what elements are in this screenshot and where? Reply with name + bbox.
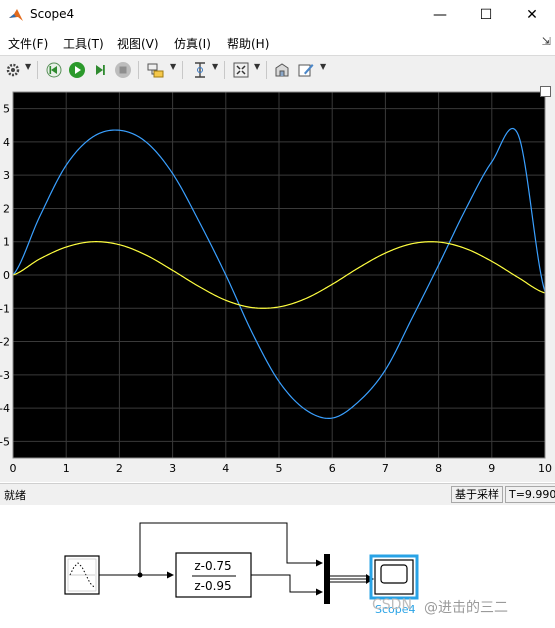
y-tick-label: -3: [0, 369, 10, 382]
minimize-icon: —: [433, 7, 447, 23]
x-tick-label: 7: [382, 462, 389, 475]
toolbar-separator: [266, 61, 267, 79]
step-forward-icon[interactable]: [90, 60, 110, 80]
x-tick-label: 0: [10, 462, 17, 475]
zoom-fit-icon[interactable]: [230, 60, 252, 80]
y-tick-label: 4: [3, 136, 10, 149]
x-tick-label: 10: [538, 462, 552, 475]
highlight-dropdown-icon[interactable]: ▼: [170, 62, 176, 71]
maximize-icon: ☐: [479, 7, 493, 23]
x-tick-label: 5: [276, 462, 283, 475]
style-icon[interactable]: [296, 60, 316, 80]
measure-dropdown-icon[interactable]: ▼: [212, 62, 218, 71]
expand-icon[interactable]: [540, 86, 551, 97]
zoom-dropdown-icon[interactable]: ▼: [254, 62, 260, 71]
x-tick-label: 9: [488, 462, 495, 475]
style-dropdown-icon[interactable]: ▼: [320, 62, 326, 71]
scope-plot[interactable]: 0 1 2 3 4 5 6 7 8 9 10543210-1-2-3-4-5: [0, 84, 555, 482]
scope-screen-icon: [380, 564, 408, 584]
toolbar: ▼ ▼ ▼ ▼ ▼: [0, 55, 555, 85]
menu-bar: 文件(F) 工具(T) 视图(V) 仿真(I) 帮助(H) ⇲: [0, 32, 555, 54]
toolbar-separator: [182, 61, 183, 79]
run-icon[interactable]: [67, 60, 87, 80]
x-tick-label: 4: [222, 462, 229, 475]
menu-tools[interactable]: 工具(T): [63, 35, 104, 52]
title-bar: Scope4 — ☐ ✕: [0, 0, 555, 30]
mux-block[interactable]: [324, 554, 330, 604]
maximize-button[interactable]: ☐: [463, 0, 509, 30]
step-back-icon[interactable]: [44, 60, 64, 80]
sine-wave-block[interactable]: [64, 555, 100, 595]
highlight-block-icon[interactable]: [145, 60, 167, 80]
window-title: Scope4: [30, 7, 75, 21]
write-data-icon[interactable]: [272, 60, 292, 80]
menu-help[interactable]: 帮助(H): [227, 35, 269, 52]
matlab-logo-icon: [8, 7, 24, 23]
signal-line[interactable]: [251, 574, 323, 596]
y-tick-label: -1: [0, 302, 10, 315]
x-tick-label: 3: [169, 462, 176, 475]
x-tick-label: 1: [63, 462, 70, 475]
y-tick-label: 2: [3, 202, 10, 215]
scope-display: 0 1 2 3 4 5 6 7 8 9 10 5 4 3 2 1 0 -1 -2 -3 -4 -5: [0, 84, 555, 482]
status-bar: 就绪 基于采样 T=9.990: [0, 483, 555, 505]
watermark-prefix: CSDN: [372, 597, 412, 613]
undock-icon[interactable]: ⇲: [542, 35, 551, 48]
y-tick-label: -4: [0, 402, 10, 415]
discrete-transfer-fcn-block[interactable]: z-0.75 z-0.95: [175, 552, 252, 598]
cursor-measure-icon[interactable]: [190, 60, 210, 80]
y-tick-label: 3: [3, 169, 10, 182]
gear-icon[interactable]: [4, 60, 22, 80]
gear-dropdown-icon[interactable]: ▼: [25, 62, 31, 71]
x-tick-label: 2: [116, 462, 123, 475]
minimize-button[interactable]: —: [417, 0, 463, 30]
menu-file[interactable]: 文件(F): [8, 35, 48, 52]
menu-simulation[interactable]: 仿真(I): [174, 35, 211, 52]
y-tick-label: 5: [3, 103, 10, 116]
y-tick-label: 0: [3, 269, 10, 282]
y-tick-label: -5: [0, 435, 10, 448]
menu-view[interactable]: 视图(V): [117, 35, 159, 52]
close-button[interactable]: ✕: [509, 0, 555, 30]
sample-mode-label: 基于采样: [451, 486, 503, 503]
x-tick-label: 6: [329, 462, 336, 475]
toolbar-separator: [138, 61, 139, 79]
close-icon: ✕: [526, 7, 538, 23]
bus-line[interactable]: [330, 574, 374, 584]
toolbar-separator: [37, 61, 38, 79]
x-tick-label: 8: [435, 462, 442, 475]
sim-time-label: T=9.990: [505, 486, 555, 503]
y-tick-label: -2: [0, 336, 10, 349]
scope-block[interactable]: [369, 554, 419, 600]
stop-icon[interactable]: [113, 60, 133, 80]
y-tick-label: 1: [3, 236, 10, 249]
tf-denominator: z-0.95: [194, 579, 231, 593]
toolbar-separator: [224, 61, 225, 79]
tf-numerator: z-0.75: [194, 559, 231, 573]
status-ready-text: 就绪: [4, 489, 26, 502]
watermark-author: @进击的三二: [424, 600, 508, 616]
